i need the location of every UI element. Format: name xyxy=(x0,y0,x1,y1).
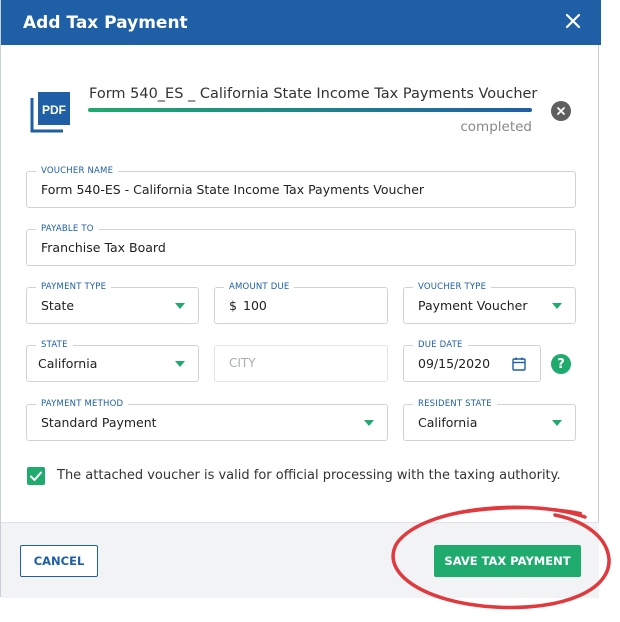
chevron-down-icon xyxy=(175,303,185,309)
payable-to-field[interactable]: PAYABLE TO Franchise Tax Board xyxy=(26,223,576,266)
voucher-name-field[interactable]: VOUCHER NAME Form 540-ES - California St… xyxy=(26,165,576,208)
chevron-down-icon xyxy=(552,420,562,426)
currency-symbol: $ xyxy=(229,298,237,313)
payable-to-value: Franchise Tax Board xyxy=(41,240,166,255)
upload-progress-bar xyxy=(88,108,532,112)
payment-method-value: Standard Payment xyxy=(41,415,157,430)
dialog-header: Add Tax Payment xyxy=(1,0,601,45)
resident-state-select[interactable]: RESIDENT STATE California xyxy=(403,398,576,441)
city-placeholder: CITY xyxy=(229,356,256,370)
chevron-down-icon xyxy=(364,420,374,426)
resident-state-label: RESIDENT STATE xyxy=(413,398,497,410)
add-tax-payment-dialog: Add Tax Payment PDF Form 540_ES _ Califo… xyxy=(0,0,601,598)
calendar-icon[interactable] xyxy=(512,357,526,371)
payable-to-label: PAYABLE TO xyxy=(36,223,99,235)
resident-state-value: California xyxy=(418,415,478,430)
state-select[interactable]: STATE California xyxy=(26,339,199,382)
uploaded-file: PDF Form 540_ES _ California State Incom… xyxy=(29,86,574,136)
payment-method-label: PAYMENT METHOD xyxy=(36,398,129,410)
upload-status: completed xyxy=(460,119,532,135)
amount-due-field[interactable]: AMOUNT DUE $ 100 xyxy=(214,281,388,324)
payment-type-label: PAYMENT TYPE xyxy=(36,281,112,293)
voucher-type-value: Payment Voucher xyxy=(418,298,528,313)
state-label: STATE xyxy=(36,339,73,351)
save-tax-payment-button[interactable]: SAVE TAX PAYMENT xyxy=(434,545,581,577)
chevron-down-icon xyxy=(552,303,562,309)
validity-checkbox-row: The attached voucher is valid for offici… xyxy=(27,467,587,487)
pdf-icon-text: PDF xyxy=(42,103,66,117)
state-value: California xyxy=(38,356,98,371)
dialog-footer: CANCEL SAVE TAX PAYMENT xyxy=(1,522,599,598)
payment-type-value: State xyxy=(41,298,75,313)
cancel-button[interactable]: CANCEL xyxy=(20,545,98,577)
voucher-name-label: VOUCHER NAME xyxy=(36,165,119,177)
voucher-name-value: Form 540-ES - California State Income Ta… xyxy=(41,182,425,197)
help-icon[interactable]: ? xyxy=(551,354,571,374)
payment-method-select[interactable]: PAYMENT METHOD Standard Payment xyxy=(26,398,388,441)
amount-due-label: AMOUNT DUE xyxy=(224,281,295,293)
amount-due-value: 100 xyxy=(243,298,267,313)
dialog-title: Add Tax Payment xyxy=(23,12,188,33)
chevron-down-icon xyxy=(175,361,185,367)
due-date-field[interactable]: DUE DATE 09/15/2020 xyxy=(403,339,541,382)
upload-progress-fill xyxy=(88,108,532,112)
file-name: Form 540_ES _ California State Income Ta… xyxy=(89,86,538,102)
city-input[interactable]: CITY xyxy=(214,345,388,382)
voucher-type-select[interactable]: VOUCHER TYPE Payment Voucher xyxy=(403,281,576,324)
pdf-file-icon: PDF xyxy=(30,92,70,133)
due-date-label: DUE DATE xyxy=(413,339,468,351)
remove-file-icon[interactable] xyxy=(551,101,571,121)
validity-checkbox-label: The attached voucher is valid for offici… xyxy=(57,468,561,483)
voucher-type-label: VOUCHER TYPE xyxy=(413,281,492,293)
payment-type-select[interactable]: PAYMENT TYPE State xyxy=(26,281,199,324)
close-icon[interactable] xyxy=(563,11,583,31)
validity-checkbox[interactable] xyxy=(27,467,45,485)
checkmark-icon xyxy=(30,471,42,481)
due-date-value: 09/15/2020 xyxy=(418,356,491,371)
